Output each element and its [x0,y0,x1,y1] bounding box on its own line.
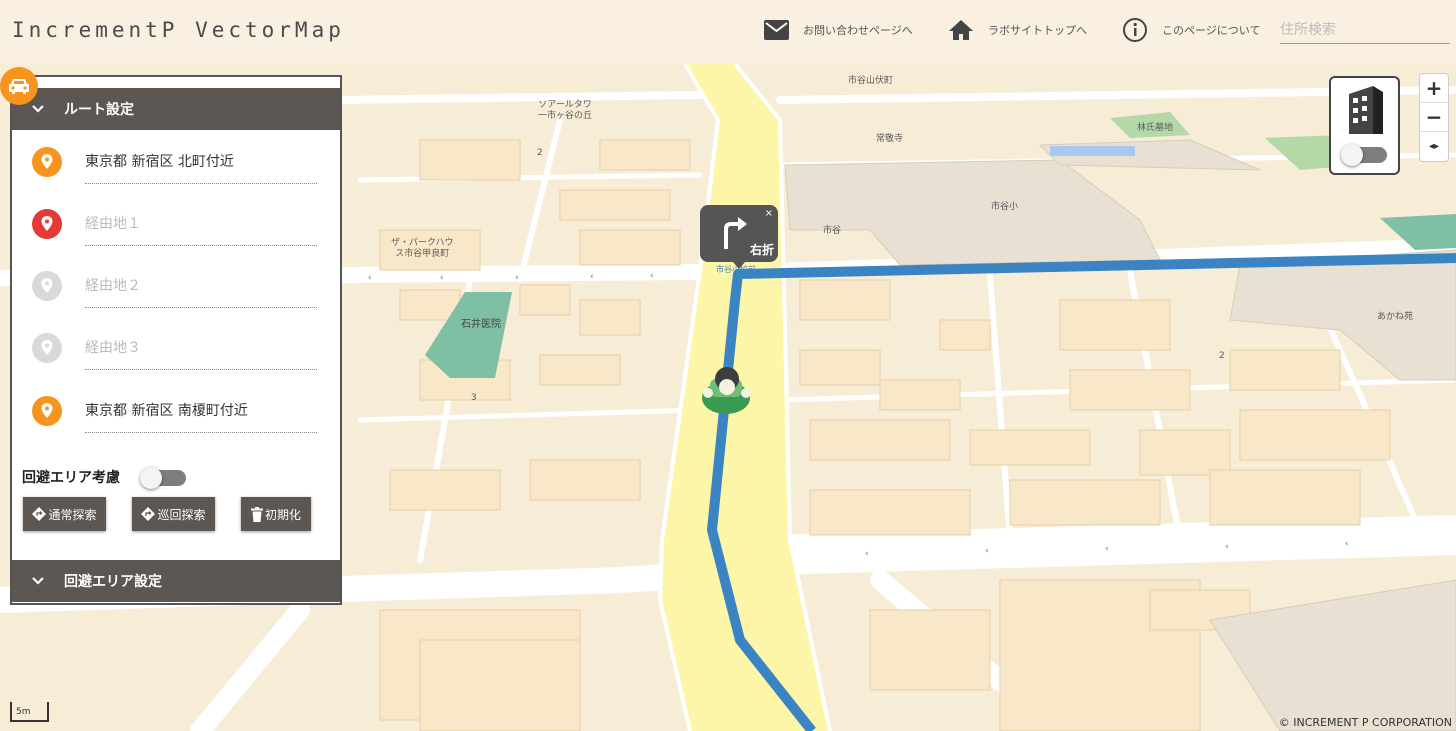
about-link-label: このページについて [1162,24,1261,37]
route-settings-header[interactable]: ルート設定 [12,88,340,130]
map-label-tower: ソアールタワ 一市ヶ谷の丘 [538,100,593,121]
waypoint-goal[interactable]: 東京都 新宿区 南榎町付近 [32,388,322,438]
3d-building-control [1329,76,1400,175]
map-label-park-house: ザ・パークハウ ス市谷甲良町 [391,238,454,259]
toggle-knob [1341,144,1363,166]
waypoint-via-3[interactable]: 経由地３ [32,325,322,375]
svg-text:‹: ‹ [368,273,372,283]
route-settings-panel: ルート設定 東京都 新宿区 北町付近 経由地１ 経由地２ 経由地３ 東京都 新宿… [10,75,342,605]
map-label-temple: 常敬寺 [876,134,904,144]
scale-bar: 5m [10,702,49,722]
svg-text:‹: ‹ [515,273,519,283]
info-icon [1123,18,1147,42]
waypoint-start[interactable]: 東京都 新宿区 北町付近 [32,139,322,189]
divider [85,183,317,184]
location-pin-icon [32,271,62,301]
map-label-number: 2 [1219,351,1225,361]
location-pin-icon [32,333,62,363]
map-label-fushimi: 市谷山伏町 [848,76,894,86]
map-label-hospital: 石井医院 [461,319,501,330]
map-label-school: 市谷小 [991,202,1019,212]
svg-text:‹: ‹ [985,546,989,556]
waypoint-via-3-label: 経由地３ [85,340,141,356]
car-mode-button[interactable] [0,67,38,105]
map-label-ichigaya: 市谷 [823,226,842,236]
zoom-in-button[interactable]: + [1420,74,1448,103]
divider [85,245,317,246]
waypoint-via-2-label: 経由地２ [85,278,141,294]
copyright: © INCREMENT P CORPORATION [1278,716,1452,729]
route-settings-title: ルート設定 [64,102,134,118]
location-pin-icon [32,209,62,239]
toggle-knob [140,467,162,489]
popup-tail [733,262,745,269]
avoid-area-settings-header[interactable]: 回避エリア設定 [12,560,340,602]
waypoint-via-1-label: 経由地１ [85,216,141,232]
divider [85,432,317,433]
avoid-area-label: 回避エリア考慮 [22,470,120,486]
normal-search-label: 通常探索 [48,507,97,522]
3d-building-toggle[interactable] [1341,144,1387,166]
map-label-forest: 林氏墓地 [1137,123,1174,133]
patrol-search-button[interactable]: 巡回探索 [132,497,215,531]
trash-icon [250,506,263,522]
map-label-number: 3 [471,393,477,403]
turn-label: 右折 [749,243,774,257]
waypoint-via-1[interactable]: 経由地１ [32,201,322,251]
route-direction-icon [141,507,156,521]
map-label-number: 2 [537,148,543,158]
header-bar: IncrementP VectorMap お問い合わせページへ ラボサイトトップ… [0,0,1456,64]
chevron-down-icon [12,105,64,113]
chevron-down-icon [12,577,64,585]
waypoint-goal-label: 東京都 新宿区 南榎町付近 [85,403,248,419]
mail-icon [764,20,789,40]
avoid-area-settings-title: 回避エリア設定 [64,574,162,590]
svg-text:‹: ‹ [590,272,594,282]
avoid-area-toggle[interactable] [140,467,186,489]
turn-instruction-popup: × 右折 [700,205,778,269]
lab-top-link[interactable]: ラボサイトトップへ [948,17,1087,43]
zoom-controls: + − ◂▸ [1419,73,1449,162]
route-direction-icon [32,507,47,521]
svg-text:‹: ‹ [865,549,869,559]
divider [85,369,317,370]
waypoint-start-label: 東京都 新宿区 北町付近 [85,154,234,170]
address-search-input[interactable] [1280,16,1450,44]
waypoint-via-2[interactable]: 経由地２ [32,263,322,313]
patrol-search-label: 巡回探索 [157,507,206,522]
turn-right-arrow-icon [724,217,747,249]
contact-link[interactable]: お問い合わせページへ [764,17,913,43]
home-icon [949,20,973,40]
reset-button[interactable]: 初期化 [241,497,311,531]
svg-text:‹: ‹ [440,273,444,283]
svg-text:‹: ‹ [1105,544,1109,554]
map-label-akane: あかね苑 [1377,312,1414,322]
app-logo[interactable]: IncrementP VectorMap [12,18,345,42]
normal-search-button[interactable]: 通常探索 [23,497,106,531]
building-icon [1349,86,1383,134]
svg-text:‹: ‹ [650,271,654,281]
svg-text:‹: ‹ [1225,542,1229,552]
car-icon [9,79,29,94]
divider [85,307,317,308]
location-pin-icon [32,147,62,177]
reset-label: 初期化 [264,507,301,522]
location-pin-icon [32,396,62,426]
svg-text:‹: ‹ [1345,539,1349,549]
rotate-button[interactable]: ◂▸ [1420,132,1448,161]
contact-link-label: お問い合わせページへ [803,24,913,37]
close-icon[interactable]: × [765,208,773,219]
zoom-out-button[interactable]: − [1420,103,1448,132]
lab-top-link-label: ラボサイトトップへ [988,24,1087,37]
about-link[interactable]: このページについて [1122,17,1260,43]
